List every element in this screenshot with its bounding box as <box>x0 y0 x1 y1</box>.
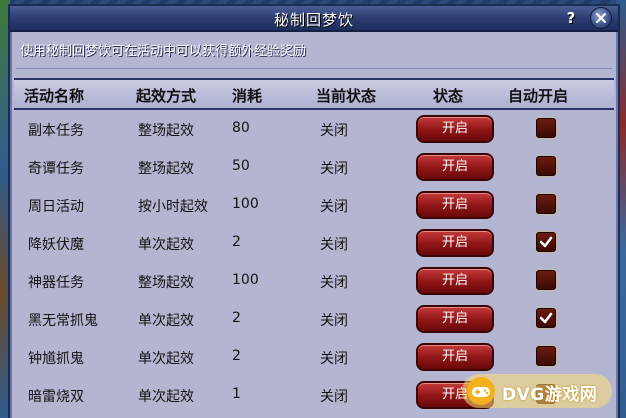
current-status: 关闭 <box>320 123 348 139</box>
open-button[interactable]: 开启 <box>416 115 494 143</box>
watermark-text: DVG游戏网 <box>502 385 598 405</box>
header-effect-mode: 起效方式 <box>136 87 197 105</box>
dream-drink-window: 秘制回梦饮 ? 使用秘制回梦饮可在活动中可以获得额外经验奖励 活动名称 起效方式… <box>8 4 620 418</box>
table-row: 降妖伏魔 单次起效 2 关闭 开启 <box>14 224 614 262</box>
activity-name: 黑无常抓鬼 <box>28 313 98 329</box>
open-button[interactable]: 开启 <box>416 267 494 295</box>
cost-value: 1 <box>232 386 241 402</box>
help-icon[interactable]: ? <box>562 9 580 27</box>
cost-value: 2 <box>232 234 241 250</box>
header-activity-name: 活动名称 <box>24 87 85 105</box>
auto-start-checkbox[interactable] <box>536 118 556 138</box>
current-status: 关闭 <box>320 237 348 253</box>
cost-value: 50 <box>232 158 250 174</box>
auto-start-checkbox[interactable] <box>536 270 556 290</box>
activity-name: 奇谭任务 <box>28 161 84 177</box>
window-titlebar[interactable]: 秘制回梦饮 ? <box>10 6 618 32</box>
effect-mode: 单次起效 <box>138 351 194 367</box>
open-button[interactable]: 开启 <box>416 229 494 257</box>
open-button[interactable]: 开启 <box>416 305 494 333</box>
game-screen: 秘制回梦饮 ? 使用秘制回梦饮可在活动中可以获得额外经验奖励 活动名称 起效方式… <box>0 0 626 418</box>
auto-start-checkbox[interactable] <box>536 194 556 214</box>
table-row: 黑无常抓鬼 单次起效 2 关闭 开启 <box>14 300 614 338</box>
cost-value: 2 <box>232 310 241 326</box>
activity-name: 副本任务 <box>28 123 84 139</box>
effect-mode: 单次起效 <box>138 389 194 405</box>
current-status: 关闭 <box>320 389 348 405</box>
activity-name: 周日活动 <box>28 199 84 215</box>
header-cost: 消耗 <box>232 87 263 105</box>
table-row: 神器任务 整场起效 100 关闭 开启 <box>14 262 614 300</box>
site-watermark: DVG游戏网 <box>462 374 612 408</box>
open-button[interactable]: 开启 <box>416 343 494 371</box>
cost-value: 100 <box>232 196 259 212</box>
table-row: 周日活动 按小时起效 100 关闭 开启 <box>14 186 614 224</box>
effect-mode: 单次起效 <box>138 313 194 329</box>
activity-name: 钟馗抓鬼 <box>28 351 84 367</box>
table-row: 奇谭任务 整场起效 50 关闭 开启 <box>14 148 614 186</box>
activity-name: 神器任务 <box>28 275 84 291</box>
cost-value: 100 <box>232 272 259 288</box>
cost-value: 2 <box>232 348 241 364</box>
current-status: 关闭 <box>320 351 348 367</box>
close-icon[interactable] <box>590 7 612 29</box>
header-status: 状态 <box>433 87 464 105</box>
current-status: 关闭 <box>320 199 348 215</box>
cost-value: 80 <box>232 120 250 136</box>
current-status: 关闭 <box>320 275 348 291</box>
window-title: 秘制回梦饮 <box>273 11 354 29</box>
gamepad-icon <box>466 376 496 410</box>
header-current-status: 当前状态 <box>316 87 377 105</box>
header-auto-start: 自动开启 <box>508 87 569 105</box>
current-status: 关闭 <box>320 161 348 177</box>
activity-name: 降妖伏魔 <box>28 237 84 253</box>
auto-start-checkbox[interactable] <box>536 346 556 366</box>
open-button[interactable]: 开启 <box>416 153 494 181</box>
auto-start-checkbox[interactable] <box>536 156 556 176</box>
auto-start-checkbox[interactable] <box>536 232 556 252</box>
table-header: 活动名称 起效方式 消耗 当前状态 状态 自动开启 <box>14 78 614 110</box>
current-status: 关闭 <box>320 313 348 329</box>
effect-mode: 按小时起效 <box>138 199 208 215</box>
effect-mode: 整场起效 <box>138 161 194 177</box>
table-row: 钟馗抓鬼 单次起效 2 关闭 开启 <box>14 338 614 376</box>
table-row: 副本任务 整场起效 80 关闭 开启 <box>14 110 614 148</box>
intro-text: 使用秘制回梦饮可在活动中可以获得额外经验奖励 <box>20 44 307 59</box>
activity-name: 暗雷烧双 <box>28 389 84 405</box>
effect-mode: 单次起效 <box>138 237 194 253</box>
effect-mode: 整场起效 <box>138 123 194 139</box>
auto-start-checkbox[interactable] <box>536 308 556 328</box>
open-button[interactable]: 开启 <box>416 191 494 219</box>
effect-mode: 整场起效 <box>138 275 194 291</box>
divider <box>16 68 612 69</box>
